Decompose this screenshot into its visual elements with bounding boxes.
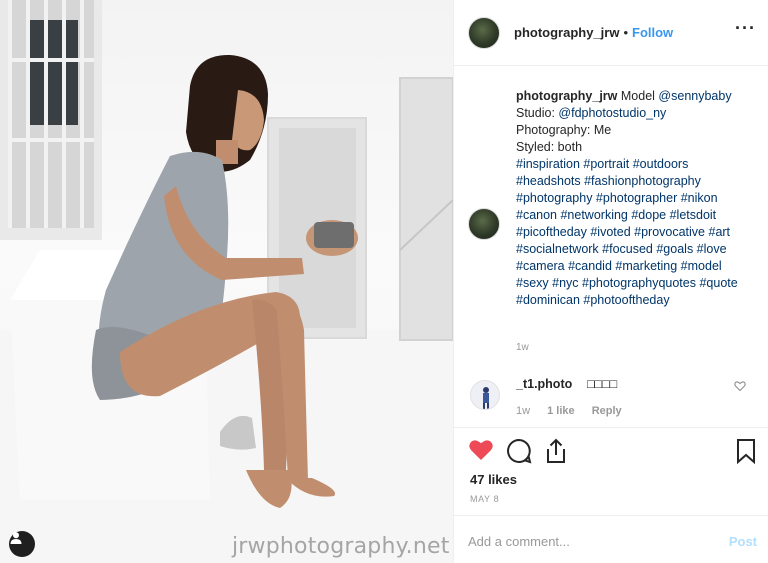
likes-count[interactable]: 47 likes [470, 472, 517, 487]
bookmark-icon[interactable] [736, 438, 756, 464]
commenter-username[interactable]: _t1.photo [516, 377, 572, 391]
mention-model[interactable]: @sennybaby [658, 89, 731, 103]
person-icon [10, 532, 22, 544]
caption-author-avatar[interactable] [468, 208, 500, 240]
photo-illustration [0, 0, 453, 563]
caption-text: photography_jrw Model @sennybaby Studio:… [516, 88, 756, 309]
share-icon[interactable] [544, 438, 568, 464]
caption-styled-line: Styled: both [516, 140, 583, 154]
caption-photography-line: Photography: Me [516, 123, 612, 137]
comment-likes[interactable]: 1 like [547, 405, 575, 417]
comment-meta: 1w 1 like Reply [516, 405, 636, 417]
mention-studio[interactable]: @fdphotostudio_ny [558, 106, 666, 120]
header-separator: • [623, 25, 629, 40]
caption-studio-label: Studio: [516, 106, 555, 120]
comment-input[interactable] [468, 530, 708, 552]
add-comment-bar: Post [454, 515, 768, 563]
post-comment-button[interactable]: Post [729, 534, 757, 549]
caption-intro: Model [620, 89, 655, 103]
more-options-icon[interactable]: ··· [735, 19, 756, 37]
comment-item: _t1.photo □□□□ 1w 1 like Reply [468, 376, 758, 428]
comment-reply-button[interactable]: Reply [592, 405, 622, 417]
comment-icon[interactable] [506, 438, 532, 464]
post-actions: 47 likes MAY 8 [454, 427, 768, 515]
commenter-photo [471, 381, 499, 409]
follow-button[interactable]: Follow [632, 25, 673, 40]
comment-like-heart-icon[interactable] [734, 380, 746, 392]
author-username[interactable]: photography_jrw [514, 25, 619, 40]
heart-filled-icon[interactable] [468, 438, 494, 462]
caption-username[interactable]: photography_jrw [516, 89, 617, 103]
post-photo[interactable]: jrwphotography.net [0, 0, 453, 563]
post-side-panel: photography_jrw • Follow ··· photography… [453, 0, 768, 563]
author-avatar[interactable] [468, 16, 500, 49]
caption-timestamp[interactable]: 1w [516, 342, 529, 353]
caption-hashtags[interactable]: #inspiration #portrait #outdoors #headsh… [516, 157, 738, 307]
comment-text: □□□□ [587, 377, 618, 391]
post-header: photography_jrw • Follow ··· [454, 0, 768, 66]
commenter-avatar[interactable] [470, 380, 500, 410]
comment-timestamp[interactable]: 1w [516, 405, 530, 417]
post-date[interactable]: MAY 8 [470, 494, 499, 504]
photo-watermark: jrwphotography.net [232, 534, 450, 559]
tagged-user-button[interactable] [9, 531, 35, 557]
action-icons [468, 438, 758, 464]
window-frame [0, 0, 102, 240]
